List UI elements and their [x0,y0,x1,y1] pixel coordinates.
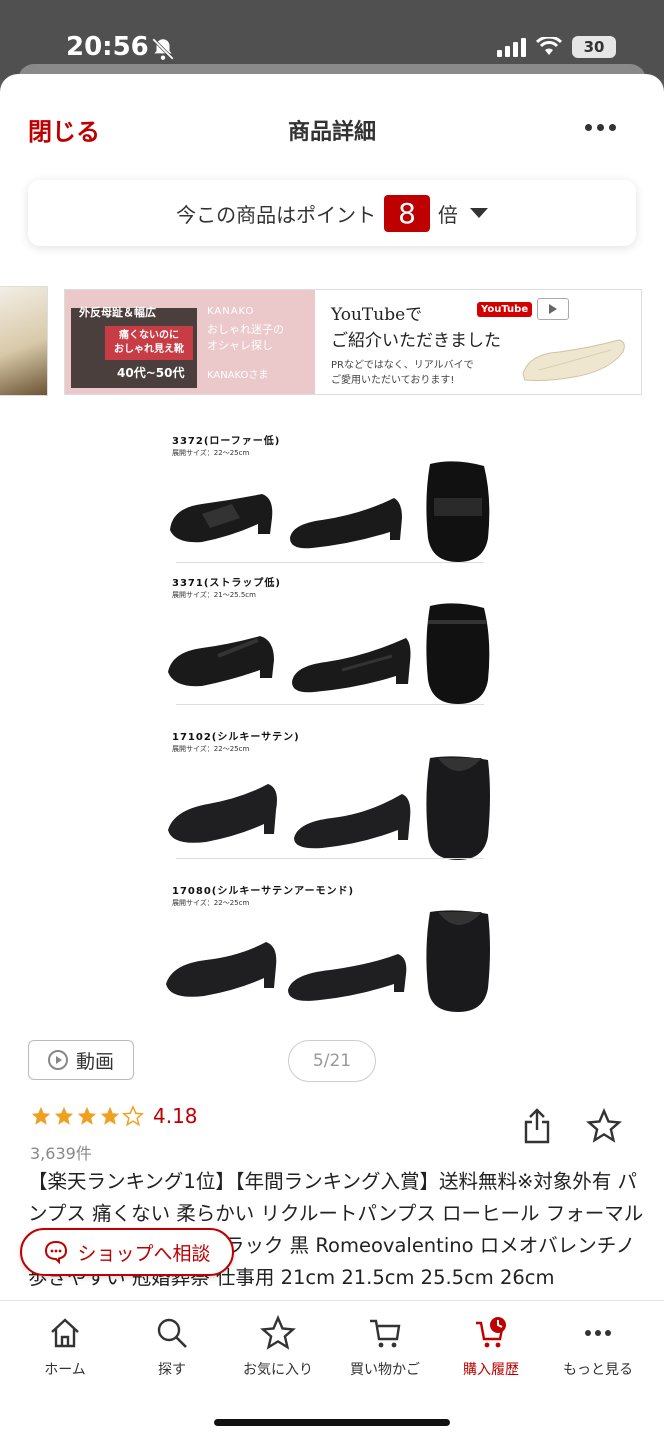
almond-shoes-image [166,910,490,1012]
product-divider [176,704,484,705]
tab-label: お気に入り [243,1362,313,1378]
shop-chat-label: ショップへ相談 [77,1242,211,1265]
wifi-icon [536,37,562,55]
points-suffix: 倍 [437,202,458,227]
product-detail-sheet: 閉じる 商品詳細 今この商品はポイント 8 倍 外反母趾＆幅広 痛くないのに お… [0,74,664,1440]
tab-label: 購入履歴 [463,1362,519,1378]
points-prefix: 今この商品はポイント [176,202,377,227]
banner-pr-line-1: PRなどではなく、リアルバイで [331,360,474,371]
product-size: 展開サイズ：22〜25cm [172,745,250,753]
beige-shoe-image [522,339,625,381]
tab-label: 買い物かご [350,1362,420,1378]
caret-down-icon [469,208,488,218]
product-lineup-row: 3372(ローファー低) 展開サイズ：22〜25cm [162,424,502,574]
banner-kanako: 外反母趾＆幅広 痛くないのに おしゃれ見え靴 40代~50代 KANAKO おし… [65,290,315,394]
tab-favorites[interactable]: お気に入り [223,1315,333,1379]
satin-shoes-image [168,756,490,860]
play-icon [537,298,569,320]
product-lineup-row: 17102(シルキーサテン) 展開サイズ：22〜25cm [162,720,502,870]
tab-purchase-history[interactable]: 購入履歴 [436,1315,546,1379]
star-full-icon [54,1106,74,1125]
status-indicators: 30 [497,36,616,58]
banner-pr-text: PRなどではなく、リアルバイで ご愛用いただいております! [331,358,474,388]
tab-label: 探す [158,1362,186,1378]
tab-cart[interactable]: 買い物かご [330,1315,440,1379]
product-lineup-row: 3371(ストラップ低) 展開サイズ：21〜25.5cm [162,566,502,716]
share-icon[interactable] [524,1108,550,1144]
strap-shoes-image [168,603,490,704]
star-full-icon [77,1106,97,1125]
cart-icon [370,1319,401,1348]
rating[interactable]: 4.18 [30,1104,198,1128]
product-divider [176,858,484,859]
battery-icon: 30 [572,36,616,58]
loafer-shoes-image [170,461,490,562]
banner-yt-subtitle: ご紹介いただきました [331,331,501,351]
more-icon [585,1330,611,1336]
star-empty-icon [122,1105,144,1127]
product-name: 3371(ストラップ低) [172,578,281,589]
home-icon [51,1318,79,1348]
banner-age: 40代~50代 [117,366,185,380]
product-lineup-image[interactable]: 3372(ローファー低) 展開サイズ：22〜25cm 3371(ストラップ低) … [162,424,502,1014]
tab-home[interactable]: ホーム [10,1315,120,1379]
play-circle-icon [47,1050,68,1070]
video-button[interactable]: 動画 [28,1040,134,1080]
tab-search[interactable]: 探す [117,1315,227,1379]
rating-value: 4.18 [153,1104,198,1128]
banner-kanako-sama: KANAKOさま [207,370,269,381]
product-lineup-row: 17080(シルキーサテンアーモンド) 展開サイズ：22〜25cm [162,874,502,1024]
banner-red-label: 痛くないのに おしゃれ見え靴 [105,326,193,360]
bell-off-icon [152,38,174,60]
shop-chat-button[interactable]: ショップへ相談 [20,1228,234,1276]
product-size: 展開サイズ：21〜25.5cm [172,591,256,599]
image-page-counter: 5/21 [288,1040,376,1082]
sheet-header: 閉じる 商品詳細 [0,74,664,184]
banner-kanako-line-2: オシャレ探し [207,339,273,352]
product-divider [176,562,484,563]
star-icon [260,1315,296,1350]
purchase-history-icon [476,1317,506,1348]
review-count[interactable]: 3,639件 [30,1140,92,1164]
favorite-star-icon[interactable] [586,1108,622,1144]
youtube-badge: YouTube [477,302,533,317]
banner-kanako-desc: おしゃれ迷子の オシャレ探し [207,322,284,354]
bottom-tab-bar: ホーム 探す お気に入り 買い物かご 購入履歴 もっと見る [0,1300,664,1440]
product-name: 17102(シルキーサテン) [172,732,300,743]
product-name: 17080(シルキーサテンアーモンド) [172,886,355,897]
banner-pr-line-2: ご愛用いただいております! [331,375,455,386]
tab-label: ホーム [44,1362,86,1378]
signal-icon [497,37,526,57]
chat-icon [45,1240,68,1265]
points-multiplier: 8 [384,194,430,232]
page-title: 商品詳細 [287,120,376,145]
banner-tag: 外反母趾＆幅広 [79,306,156,319]
promo-banner[interactable]: 外反母趾＆幅広 痛くないのに おしゃれ見え靴 40代~50代 KANAKO おし… [64,289,642,395]
status-time: 20:56 [66,32,149,62]
points-multiplier-dropdown[interactable]: 今この商品はポイント 8 倍 [28,180,636,246]
home-indicator [214,1419,450,1426]
product-size: 展開サイズ：22〜25cm [172,449,250,457]
video-label: 動画 [75,1050,114,1073]
banner-kanako-line-1: おしゃれ迷子の [207,323,284,336]
tab-more[interactable]: もっと見る [543,1315,653,1379]
banner-red-line-2: おしゃれ見え靴 [114,344,184,355]
banner-red-line-1: 痛くないのに [119,330,179,341]
star-full-icon [100,1106,120,1125]
banner-yt-title: YouTubeで [331,305,423,325]
product-name: 3372(ローファー低) [172,436,281,447]
banner-youtube: YouTubeで YouTube ご紹介いただきました PRなどではなく、リアル… [315,290,641,394]
banner-kanako-name: KANAKO [207,306,255,317]
star-full-icon [31,1106,51,1125]
more-options-icon[interactable] [585,124,616,131]
tab-label: もっと見る [563,1362,633,1378]
product-size: 展開サイズ：22〜25cm [172,899,250,907]
search-icon [157,1318,187,1348]
banner-prev-thumbnail[interactable] [0,286,48,396]
